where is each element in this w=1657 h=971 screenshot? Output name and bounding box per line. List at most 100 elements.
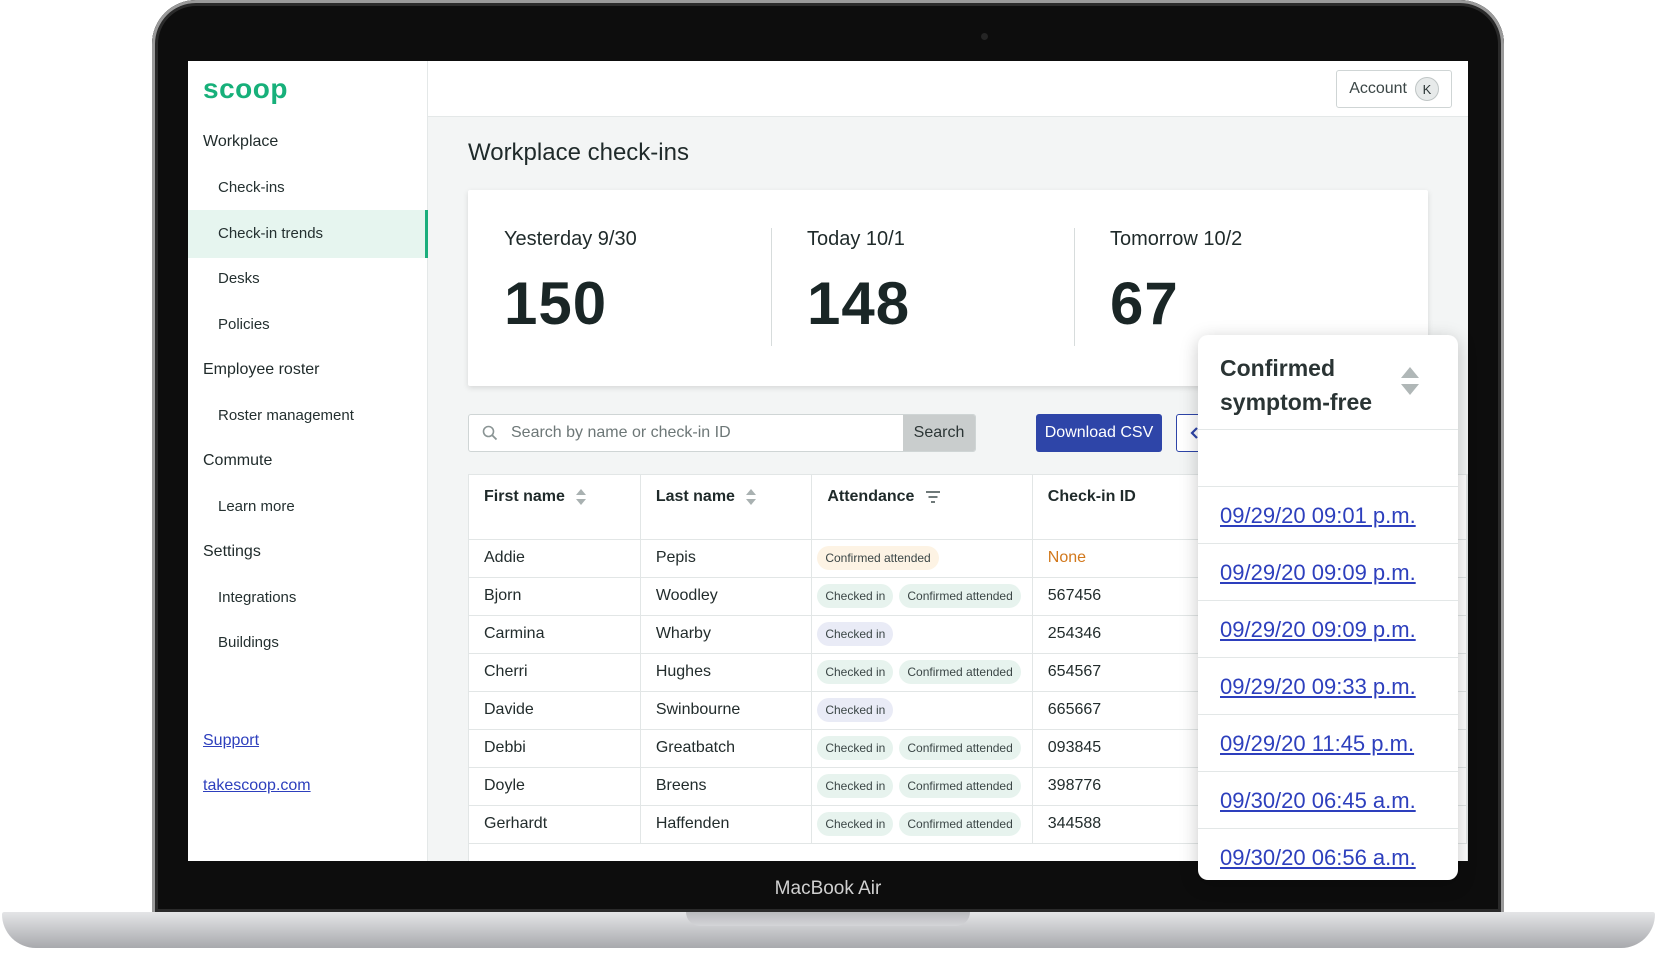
cell-first-name: Doyle [469,767,641,806]
confirmed-attended-badge: Confirmed attended [899,584,1021,608]
search-box: Search [468,414,976,452]
symptom-free-popout: Confirmed symptom-free 09/29/20 09:01 p.… [1198,335,1458,880]
confirmed-attended-badge: Confirmed attended [817,546,939,570]
filter-icon[interactable] [925,490,941,504]
column-header-check-in-id[interactable]: Check-in ID [1032,475,1205,540]
confirmed-attended-badge: Confirmed attended [899,812,1021,836]
stat-value: 150 [504,270,608,337]
checked-in-badge: Checked in [817,698,894,722]
symptom-free-timestamp-link[interactable]: 09/29/20 09:09 p.m. [1220,560,1416,585]
topbar: Account K [428,61,1468,117]
symptom-free-timestamp-link[interactable]: 09/29/20 11:45 p.m. [1220,731,1414,756]
stat-label: Today 10/1 [807,228,905,250]
popout-row: 09/29/20 09:33 p.m. [1198,658,1458,715]
column-header-attendance[interactable]: Attendance [811,475,1033,540]
stat-today: Today 10/1 148 [771,228,1091,338]
laptop-base-notch [686,912,970,926]
popout-row: 09/29/20 09:01 p.m. [1198,487,1458,544]
sort-icon[interactable] [1400,366,1420,396]
cell-attendance: Checked in Confirmed attended [811,767,1033,806]
cell-last-name: Wharby [640,615,813,654]
popout-list: 09/29/20 09:01 p.m. 09/29/20 09:09 p.m. 09… [1198,487,1458,880]
search-button[interactable]: Search [903,415,975,451]
search-icon [469,415,511,451]
cell-last-name: Woodley [640,577,813,616]
sidebar-item-check-ins[interactable]: Check-ins [188,164,428,212]
column-label: Check-in ID [1047,488,1136,505]
download-csv-button[interactable]: Download CSV [1036,414,1162,452]
stat-yesterday: Yesterday 9/30 150 [468,228,788,338]
cell-first-name: Debbi [469,729,641,768]
popout-row: 09/29/20 09:09 p.m. [1198,601,1458,658]
symptom-free-timestamp-link[interactable]: 09/30/20 06:56 a.m. [1220,845,1416,870]
checked-in-badge: Checked in [817,736,894,760]
support-link[interactable]: Support [203,732,259,750]
confirmed-attended-badge: Confirmed attended [899,774,1021,798]
sort-icon[interactable] [745,488,757,506]
checked-in-badge: Checked in [817,774,894,798]
sidebar-item-roster-management[interactable]: Roster management [188,392,428,440]
symptom-free-timestamp-link[interactable]: 09/30/20 06:45 a.m. [1220,788,1416,813]
checked-in-badge: Checked in [817,622,894,646]
cell-first-name: Addie [469,539,641,578]
sidebar-item-buildings[interactable]: Buildings [188,619,428,667]
cell-attendance: Checked in Confirmed attended [811,729,1033,768]
cell-first-name: Carmina [469,615,641,654]
cell-first-name: Cherri [469,653,641,692]
stat-label: Yesterday 9/30 [504,228,637,250]
checked-in-badge: Checked in [817,812,894,836]
sidebar-item-desks[interactable]: Desks [188,255,428,303]
cell-last-name: Breens [640,767,813,806]
avatar: K [1415,77,1439,101]
column-label: Attendance [827,488,915,505]
stat-label: Tomorrow 10/2 [1110,228,1243,250]
sidebar-item-policies[interactable]: Policies [188,301,428,349]
cell-attendance: Confirmed attended [811,539,1033,578]
checked-in-badge: Checked in [817,660,894,684]
symptom-free-timestamp-link[interactable]: 09/29/20 09:09 p.m. [1220,617,1416,642]
cell-check-in-id: 254346 [1032,615,1205,654]
column-header-first-name[interactable]: First name [469,475,641,540]
stat-value: 148 [807,270,911,337]
website-link[interactable]: takescoop.com [203,777,311,795]
cell-attendance: Checked in Confirmed attended [811,653,1033,692]
device-label: MacBook Air [774,878,882,899]
cell-first-name: Davide [469,691,641,730]
sidebar-item-learn-more[interactable]: Learn more [188,483,428,531]
checked-in-badge: Checked in [817,584,894,608]
column-header-last-name[interactable]: Last name [640,475,813,540]
cell-check-in-id: 093845 [1032,729,1205,768]
search-input[interactable] [511,415,903,451]
popout-spacer [1198,430,1458,487]
scoop-logo[interactable]: scoop [203,73,288,105]
cell-last-name: Swinbourne [640,691,813,730]
popout-title: Confirmed symptom-free [1220,355,1373,415]
column-label: Last name [655,488,735,506]
nav-section-employee-roster: Employee roster [203,361,320,378]
sort-icon[interactable] [575,488,587,506]
sidebar-item-integrations[interactable]: Integrations [188,574,428,622]
cell-check-in-id: 654567 [1032,653,1205,692]
column-label: First name [484,488,565,506]
symptom-free-timestamp-link[interactable]: 09/29/20 09:01 p.m. [1220,503,1416,528]
cell-attendance: Checked in [811,615,1033,654]
popout-row: 09/29/20 11:45 p.m. [1198,715,1458,772]
nav-section-workplace: Workplace [203,133,279,150]
popout-row: 09/30/20 06:56 a.m. [1198,829,1458,880]
account-label: Account [1349,80,1407,97]
camera-dot [981,33,988,40]
cell-check-in-id: None [1032,539,1205,578]
popout-row: 09/29/20 09:09 p.m. [1198,544,1458,601]
cell-attendance: Checked in Confirmed attended [811,805,1033,844]
cell-check-in-id: 398776 [1032,767,1205,806]
nav-section-commute: Commute [203,452,273,469]
sidebar: scoop Workplace Check-ins Check-in trend… [188,61,428,861]
stat-tomorrow: Tomorrow 10/2 67 [1074,228,1394,338]
sidebar-item-check-in-trends[interactable]: Check-in trends [188,210,428,258]
popout-header[interactable]: Confirmed symptom-free [1198,335,1458,430]
cell-last-name: Hughes [640,653,813,692]
account-button[interactable]: Account K [1336,70,1452,108]
symptom-free-timestamp-link[interactable]: 09/29/20 09:33 p.m. [1220,674,1416,699]
cell-first-name: Gerhardt [469,805,641,844]
cell-last-name: Pepis [640,539,813,578]
